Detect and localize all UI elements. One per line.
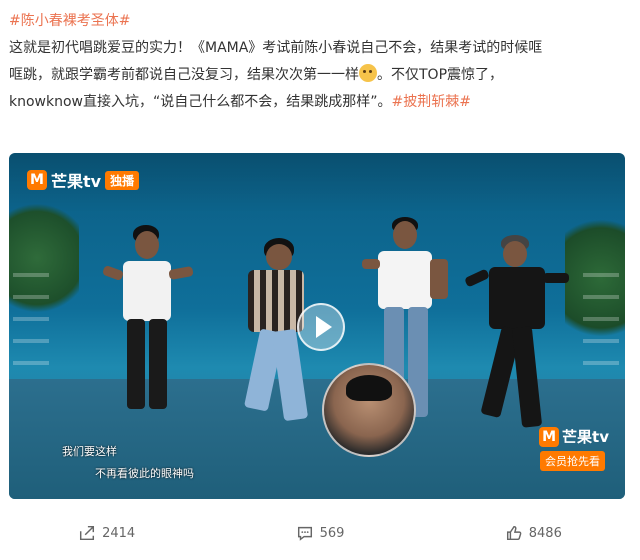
subtitle-line-1: 我们要这样	[62, 445, 117, 458]
topic-tag-2[interactable]: #披荆斩棘#	[392, 94, 471, 110]
share-count: 2414	[102, 525, 136, 541]
mango-logo-text: 芒果tv	[51, 172, 102, 191]
comment-icon	[297, 526, 312, 541]
dancer-4	[464, 235, 569, 455]
mango-tv-logo: M 芒果tv 独播	[27, 167, 140, 193]
like-button[interactable]: 8486	[427, 524, 640, 542]
play-button[interactable]	[297, 303, 345, 351]
post-line-3-text: knowknow直接入坑，“说自己什么都不会，结果跳成那样”。	[9, 94, 392, 110]
post-line-2-after: 。不仅TOP震惊了，	[377, 67, 504, 83]
post-line-3: knowknow直接入坑，“说自己什么都不会，结果跳成那样”。#披荆斩棘#	[9, 89, 629, 116]
action-bar: 2414 569 8486	[0, 515, 640, 551]
share-icon	[80, 525, 95, 541]
post-line-2: 哐跳，就跟学霸考前都说自己没复习，结果次次第一一样 。不仅TOP震惊了，	[9, 62, 629, 89]
mango-logo-icon: M	[27, 170, 47, 190]
shelf-right	[583, 273, 619, 383]
doge-emoji-icon	[359, 64, 377, 82]
video-player[interactable]: M 芒果tv 独播 我们要这样 不再看彼此的眼神吗 M 芒果tv 会员抢先看	[9, 153, 625, 499]
post-text: #陈小春裸考圣体# 这就是初代唱跳爱豆的实力！《MAMA》考试前陈小春说自己不会…	[9, 8, 629, 116]
post-line-2-text: 哐跳，就跟学霸考前都说自己没复习，结果次次第一一样	[9, 67, 359, 83]
subtitle-line-2: 不再看彼此的眼神吗	[95, 467, 194, 480]
share-button[interactable]: 2414	[0, 524, 213, 542]
dancer-1	[101, 223, 194, 453]
member-preview-badge: 会员抢先看	[540, 451, 605, 471]
mango-logo-bottom-text: 芒果tv	[562, 428, 609, 446]
mango-logo-bottom: M 芒果tv	[539, 426, 609, 447]
exclusive-badge: 独播	[105, 170, 140, 190]
mango-logo-icon-bottom: M	[539, 426, 560, 447]
thumbs-up-icon	[506, 525, 522, 541]
like-count: 8486	[528, 525, 562, 541]
topic-tag[interactable]: #陈小春裸考圣体#	[9, 13, 130, 29]
comment-count: 569	[319, 525, 345, 541]
post-line-1: 这就是初代唱跳爱豆的实力！《MAMA》考试前陈小春说自己不会，结果考试的时候哐	[9, 40, 543, 56]
inset-portrait	[322, 363, 416, 457]
weibo-post: #陈小春裸考圣体# 这就是初代唱跳爱豆的实力！《MAMA》考试前陈小春说自己不会…	[0, 0, 640, 560]
shelf-left	[13, 273, 49, 383]
comment-button[interactable]: 569	[213, 524, 426, 542]
